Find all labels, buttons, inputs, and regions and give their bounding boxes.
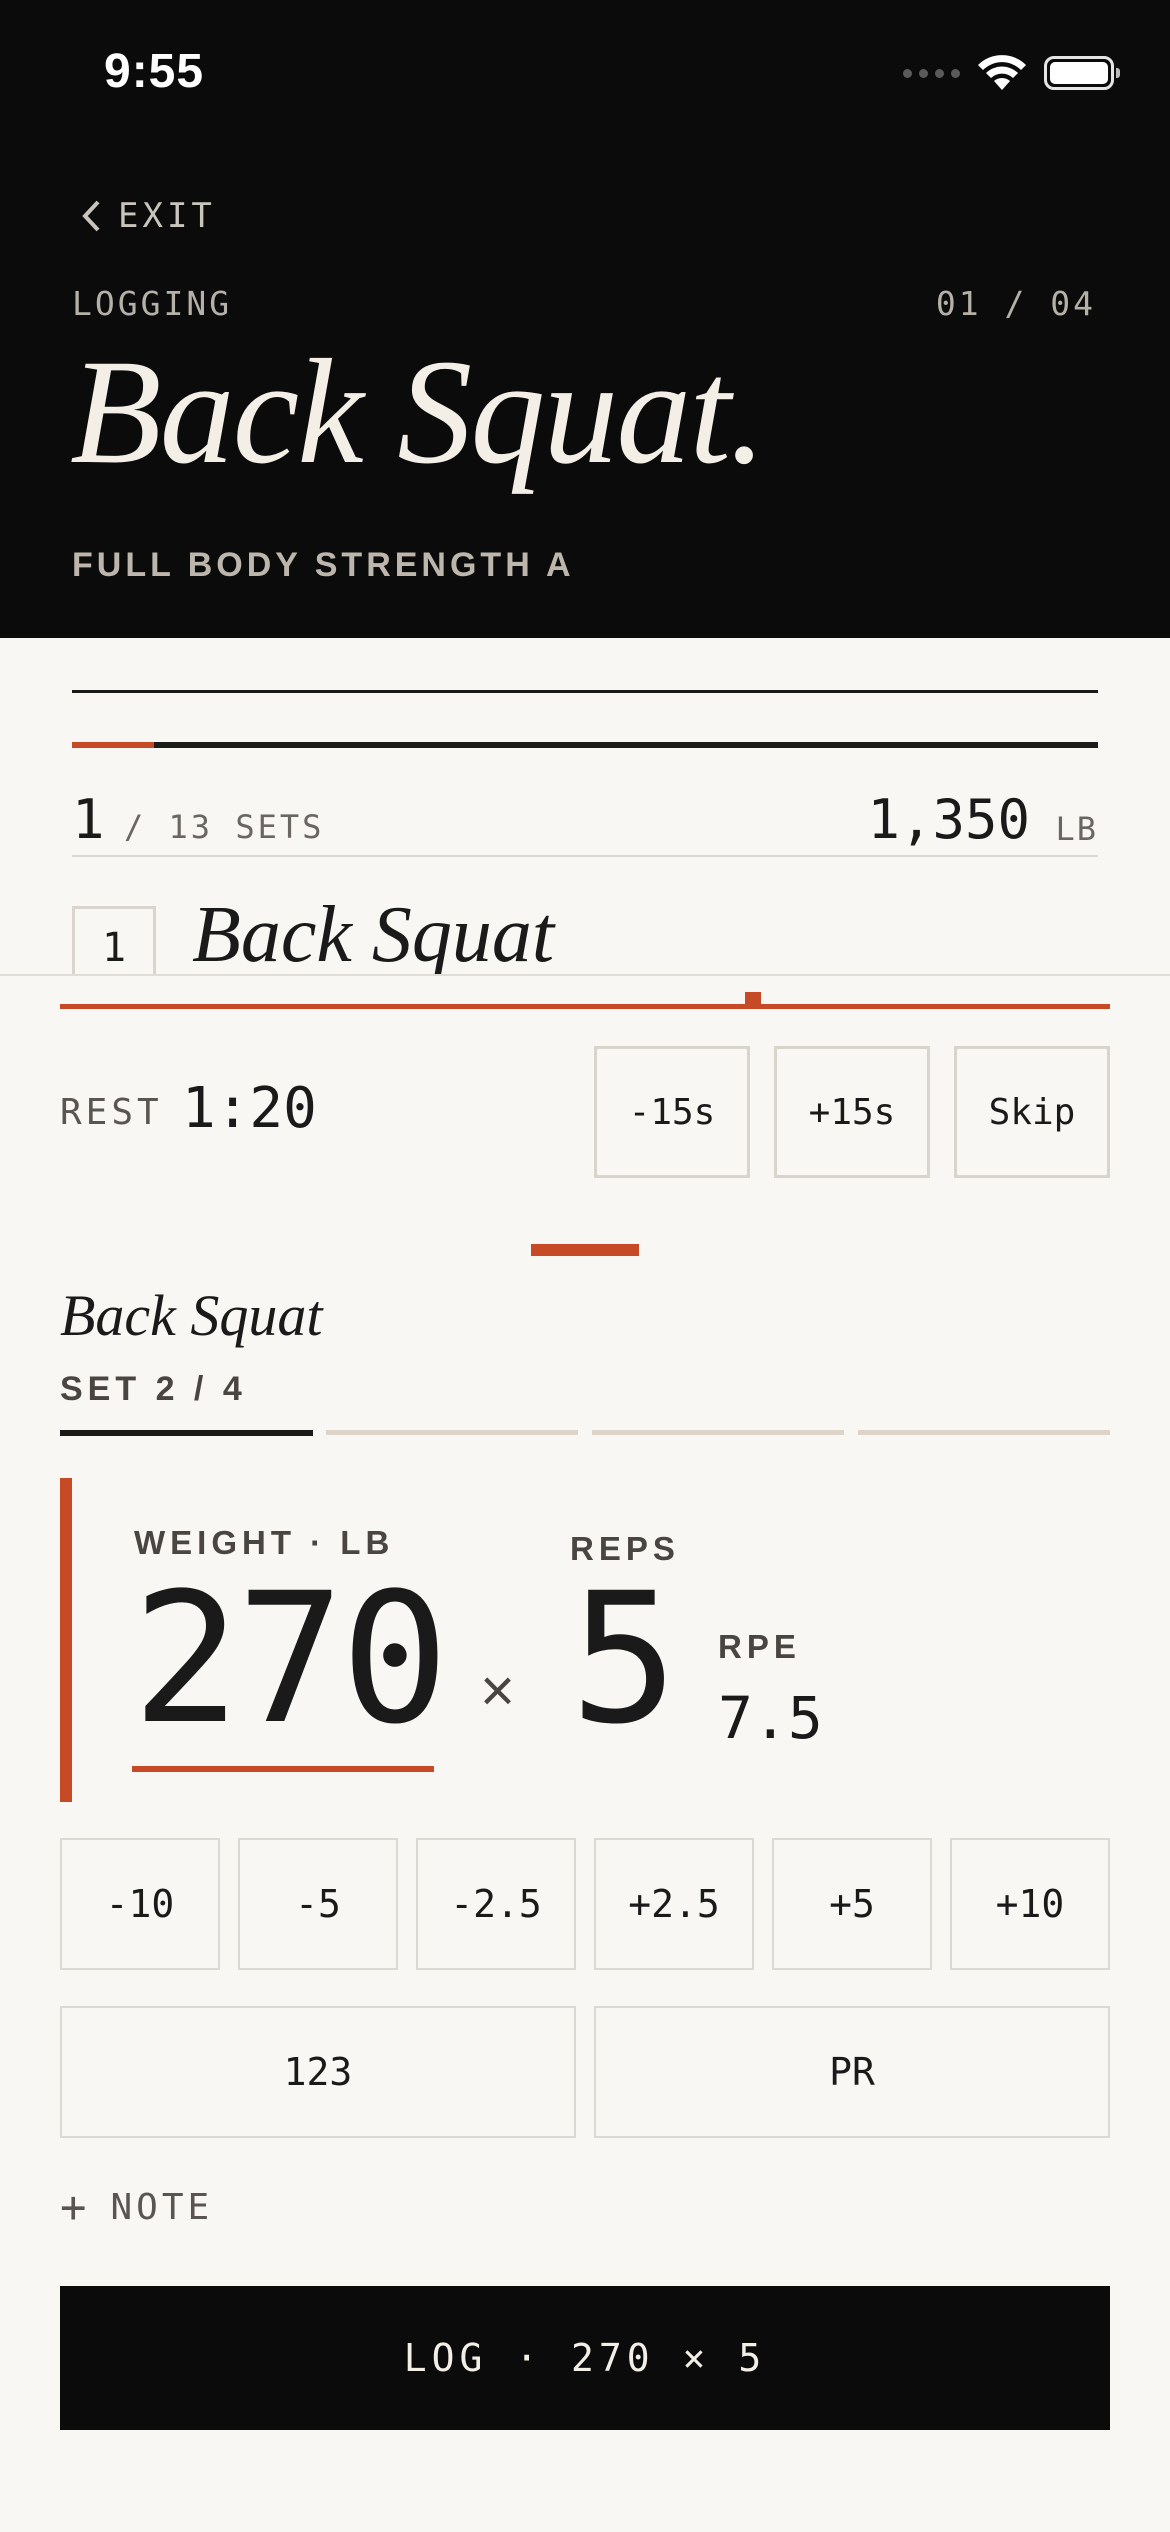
weight-minus-10-button[interactable]: -10 bbox=[60, 1838, 220, 1970]
sets-done: 1 bbox=[72, 788, 105, 851]
sheet-edge bbox=[0, 974, 1170, 976]
exercise-index: 1 bbox=[72, 906, 156, 974]
rpe-value[interactable]: 7.5 bbox=[718, 1684, 823, 1752]
total-volume-unit: LB bbox=[1055, 810, 1098, 848]
plus-icon: + bbox=[60, 2182, 87, 2233]
rest-label: REST bbox=[60, 1092, 163, 1133]
sheet-drag-handle[interactable] bbox=[531, 1244, 639, 1256]
set-segment[interactable] bbox=[60, 1430, 313, 1436]
add-note-button[interactable]: + NOTE bbox=[60, 2182, 213, 2233]
workout-header: 9:55 EXIT LOGGING 01 / 04 Back Squat. FU… bbox=[0, 0, 1170, 638]
note-label: NOTE bbox=[110, 2187, 214, 2228]
weight-plus-5-button[interactable]: +5 bbox=[772, 1838, 932, 1970]
keypad-button[interactable]: 123 bbox=[60, 2006, 576, 2138]
session-progress-fill bbox=[72, 742, 155, 748]
wifi-icon bbox=[978, 55, 1026, 90]
exercise-title: Back Squat bbox=[60, 1283, 323, 1348]
cellular-signal-icon bbox=[903, 68, 960, 78]
chevron-left-icon bbox=[82, 200, 100, 232]
weight-minus-5-button[interactable]: -5 bbox=[238, 1838, 398, 1970]
weight-focus-underline bbox=[132, 1766, 434, 1772]
set-segment[interactable] bbox=[326, 1430, 578, 1435]
weight-minus-2-5-button[interactable]: -2.5 bbox=[416, 1838, 576, 1970]
set-segment[interactable] bbox=[592, 1430, 844, 1435]
exercise-counter: 01 / 04 bbox=[935, 284, 1096, 323]
exercise-list-item-title: Back Squat bbox=[192, 891, 555, 974]
rest-timer-track bbox=[60, 1004, 1110, 1009]
rest-plus-15-button[interactable]: +15s bbox=[774, 1046, 930, 1178]
program-name: FULL BODY STRENGTH A bbox=[72, 546, 575, 584]
set-segment[interactable] bbox=[858, 1430, 1110, 1435]
divider bbox=[72, 690, 1098, 693]
rest-time: 1:20 bbox=[182, 1076, 317, 1141]
status-icons bbox=[903, 54, 1120, 92]
exit-label: EXIT bbox=[118, 196, 216, 236]
log-set-button[interactable]: LOG · 270 × 5 bbox=[60, 2286, 1110, 2430]
session-progress-bar bbox=[72, 742, 1098, 748]
total-volume: 1,350 bbox=[867, 788, 1030, 851]
active-set-indicator bbox=[60, 1478, 72, 1802]
mode-label: LOGGING bbox=[72, 284, 233, 323]
rest-minus-15-button[interactable]: -15s bbox=[594, 1046, 750, 1178]
weight-plus-2-5-button[interactable]: +2.5 bbox=[594, 1838, 754, 1970]
page-title: Back Squat. bbox=[70, 329, 766, 495]
weight-plus-10-button[interactable]: +10 bbox=[950, 1838, 1110, 1970]
times-symbol: × bbox=[480, 1657, 516, 1724]
divider bbox=[72, 855, 1098, 857]
pr-button[interactable]: PR bbox=[594, 2006, 1110, 2138]
exercise-list-peek: 1 Back Squat bbox=[0, 860, 1170, 974]
reps-value[interactable]: 5 bbox=[570, 1570, 678, 1750]
weight-value[interactable]: 270 bbox=[132, 1570, 449, 1750]
battery-icon bbox=[1044, 56, 1120, 90]
sets-label: / 13 SETS bbox=[124, 808, 325, 846]
rest-skip-button[interactable]: Skip bbox=[954, 1046, 1110, 1178]
set-label: SET 2 / 4 bbox=[60, 1370, 247, 1408]
rest-timer-marker bbox=[745, 992, 761, 1006]
rpe-label: RPE bbox=[718, 1628, 801, 1665]
exit-button[interactable]: EXIT bbox=[80, 196, 216, 236]
status-time: 9:55 bbox=[104, 45, 205, 98]
